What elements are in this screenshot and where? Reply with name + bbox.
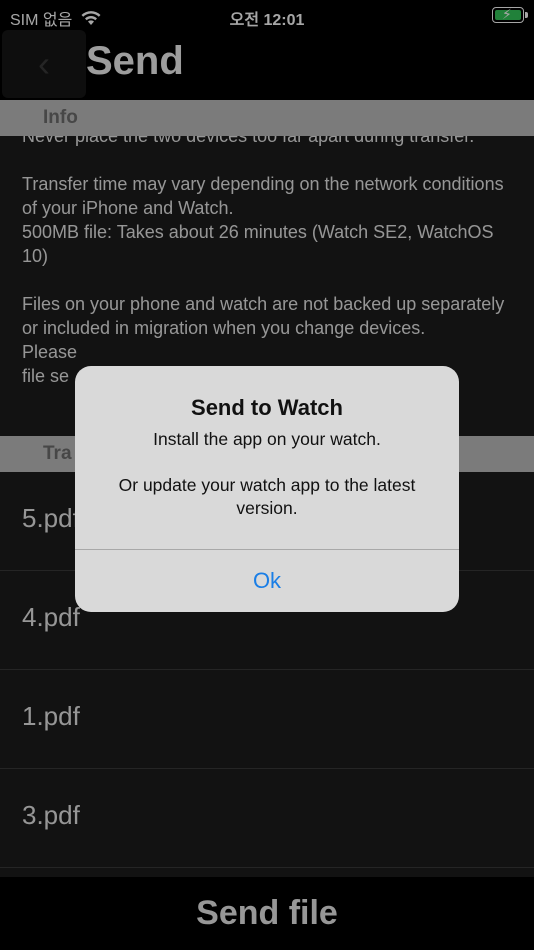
ok-button[interactable]: Ok — [75, 550, 459, 612]
alert-title: Send to Watch — [191, 395, 343, 420]
alert-message: Install the app on your watch. Or update… — [118, 429, 416, 518]
send-to-watch-alert: Send to Watch Install the app on your wa… — [75, 366, 459, 612]
